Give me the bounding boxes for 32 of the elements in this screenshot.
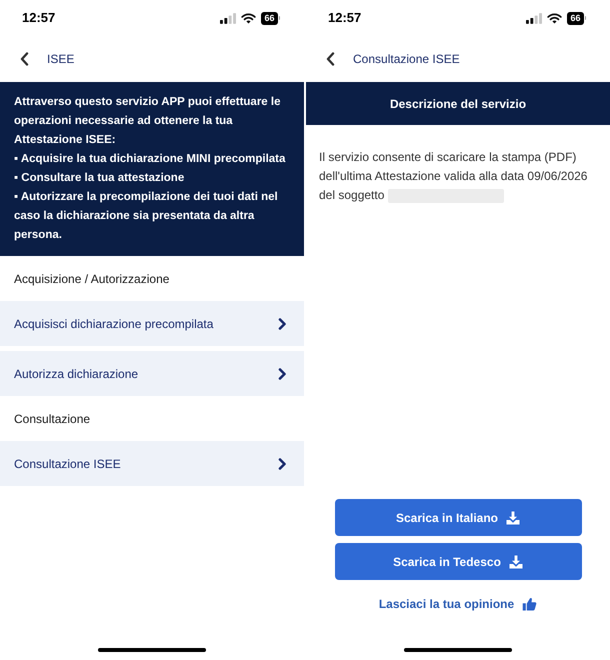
- intro-text: Attraverso questo servizio APP puoi effettuare le operazioni necessarie ad ottenere la tua Attestazione ISEE:: [14, 95, 282, 148]
- chevron-right-icon: [278, 458, 286, 470]
- back-icon[interactable]: [20, 52, 29, 66]
- wifi-icon: [241, 12, 256, 24]
- menu-item[interactable]: Consultazione ISEE: [0, 441, 304, 486]
- wifi-icon: [547, 12, 562, 24]
- menu-item[interactable]: Acquisisci dichiarazione precompilata: [0, 301, 304, 346]
- menu-item[interactable]: Autorizza dichiarazione: [0, 351, 304, 396]
- chevron-right-icon: [278, 368, 286, 380]
- screen-title: ISEE: [47, 51, 74, 68]
- chevron-right-icon: [278, 318, 286, 330]
- download-button[interactable]: Scarica in Italiano: [334, 499, 582, 536]
- section-title: Consultazione: [13, 410, 92, 428]
- download-icon: [508, 554, 523, 568]
- battery-indicator: 66: [567, 12, 586, 24]
- thumbs-up-icon: [522, 597, 538, 611]
- signal-icon: [526, 12, 542, 24]
- back-icon[interactable]: [326, 52, 335, 66]
- description-text: Il servizio consente di scaricare la stampa (PDF) dell'ultima Attestazione valida alla data 09/06/2026 del soggetto: [318, 149, 588, 205]
- battery-indicator: 66: [261, 12, 280, 24]
- intro-bullet: ▪ Autorizzare la precompilazione dei tuoi dati nel caso la dichiarazione sia presentata da altra persona.: [14, 190, 279, 243]
- section-title: Acquisizione / Autorizzazione: [13, 270, 170, 288]
- intro-bullet: ▪ Consultare la tua attestazione: [14, 171, 186, 186]
- screen-title: Consultazione ISEE: [353, 51, 460, 68]
- status-time: 12:57: [22, 9, 56, 28]
- download-icon: [506, 510, 520, 524]
- download-button[interactable]: Scarica in Tedesco: [334, 543, 582, 580]
- feedback-link[interactable]: Lasciaci la tua opinione: [378, 595, 538, 613]
- status-time: 12:57: [328, 9, 362, 28]
- intro-bullet: ▪ Acquisire la tua dichiarazione MINI precompilata: [14, 152, 286, 167]
- section-banner: Descrizione del servizio: [306, 82, 610, 125]
- signal-icon: [220, 12, 236, 24]
